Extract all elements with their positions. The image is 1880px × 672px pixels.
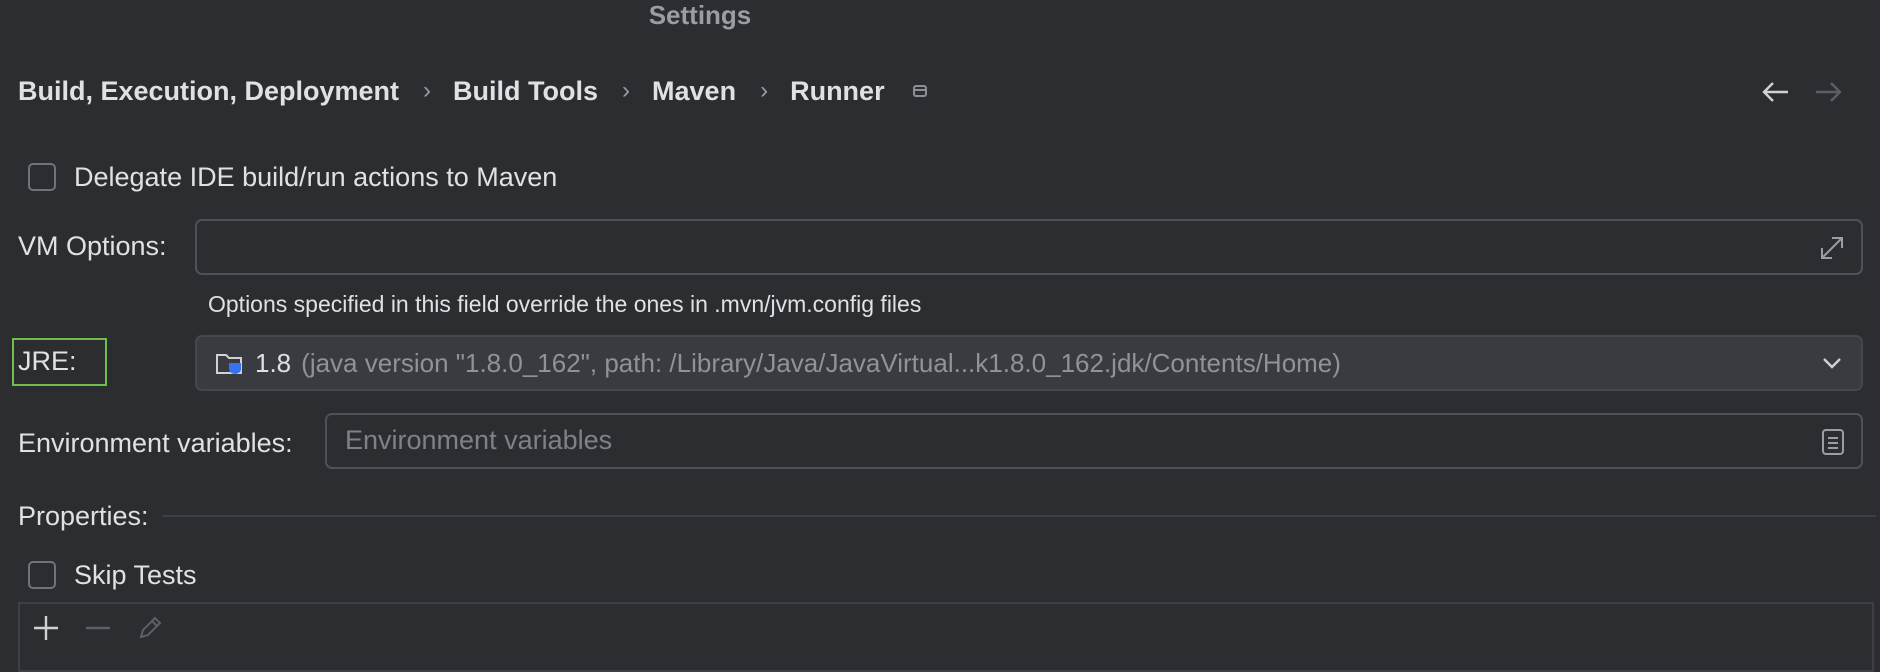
jre-label: JRE: xyxy=(18,346,77,376)
minus-icon xyxy=(86,626,110,630)
breadcrumb-item-build-tools[interactable]: Build Tools xyxy=(453,74,598,108)
pencil-icon xyxy=(139,616,162,639)
breadcrumb-separator: › xyxy=(622,77,631,104)
vm-options-hint: Options specified in this field override… xyxy=(208,291,922,317)
edit-property-button[interactable] xyxy=(132,610,168,646)
arrow-right-icon xyxy=(1816,82,1842,102)
project-settings-icon[interactable] xyxy=(912,85,927,97)
breadcrumb-item-runner: Runner xyxy=(790,76,885,106)
remove-property-button[interactable] xyxy=(80,610,116,646)
document-icon[interactable] xyxy=(1819,427,1847,457)
window-title: Settings xyxy=(648,0,752,30)
skip-tests-label[interactable]: Skip Tests xyxy=(74,559,197,591)
jdk-folder-icon xyxy=(216,354,242,374)
breadcrumb-item-maven[interactable]: Maven xyxy=(652,74,736,108)
breadcrumb-item-build-execution-deployment[interactable]: Build, Execution, Deployment xyxy=(18,74,399,108)
skip-tests-checkbox[interactable] xyxy=(28,561,56,589)
chevron-down-icon xyxy=(1823,358,1841,369)
env-input[interactable]: Environment variables xyxy=(325,413,1863,469)
breadcrumb: Build, Execution, Deployment › Build Too… xyxy=(18,74,927,108)
jre-select[interactable]: 1.8 (java version "1.8.0_162", path: /Li… xyxy=(195,335,1863,391)
expand-icon[interactable] xyxy=(1817,233,1847,263)
properties-divider xyxy=(162,515,1876,517)
vm-options-input[interactable] xyxy=(195,219,1863,275)
breadcrumb-separator: › xyxy=(423,77,432,104)
env-placeholder: Environment variables xyxy=(345,425,613,455)
properties-table xyxy=(18,602,1874,672)
properties-label: Properties: xyxy=(18,501,149,531)
breadcrumb-separator: › xyxy=(760,77,769,104)
arrow-left-icon xyxy=(1762,82,1788,102)
plus-icon xyxy=(34,616,58,640)
add-property-button[interactable] xyxy=(28,610,64,646)
back-button[interactable] xyxy=(1760,78,1792,106)
forward-button[interactable] xyxy=(1812,78,1844,106)
env-label: Environment variables: xyxy=(18,428,293,458)
vm-options-label: VM Options: xyxy=(18,231,167,261)
delegate-label[interactable]: Delegate IDE build/run actions to Maven xyxy=(74,161,557,193)
jre-selected-detail: (java version "1.8.0_162", path: /Librar… xyxy=(301,347,1341,378)
jre-selected-value: 1.8 xyxy=(255,347,292,378)
delegate-checkbox[interactable] xyxy=(28,163,56,191)
